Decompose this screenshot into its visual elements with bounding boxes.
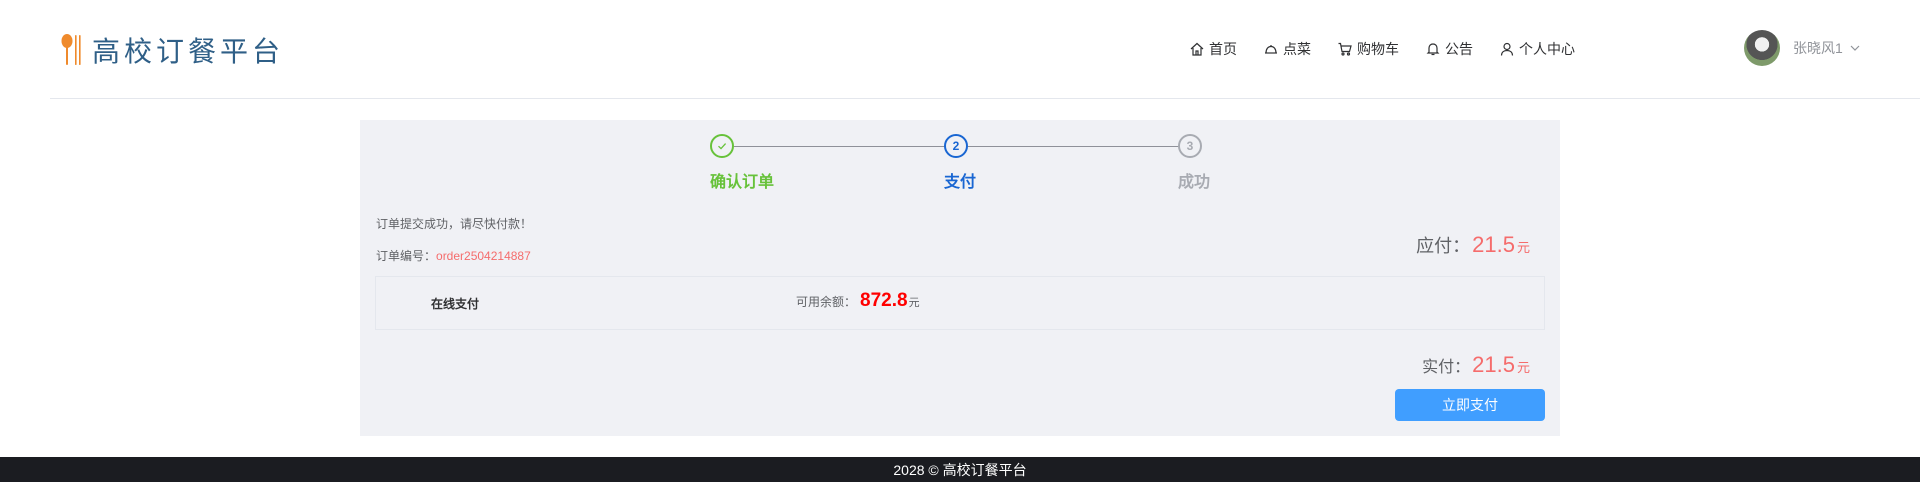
payment-method-box: 在线支付 可用余额： 872.8 元 bbox=[375, 276, 1545, 330]
step-connector bbox=[734, 146, 956, 147]
step-pay-circle: 2 bbox=[944, 134, 968, 158]
step-success-label: 成功 bbox=[1178, 174, 1211, 191]
nav-item-notice[interactable]: 公告 bbox=[1425, 39, 1473, 59]
cart-icon bbox=[1338, 42, 1352, 56]
nav-item-label: 首页 bbox=[1209, 41, 1237, 57]
nav-item-label: 购物车 bbox=[1357, 41, 1399, 57]
logo[interactable]: 高校订餐平台 bbox=[60, 30, 284, 70]
check-icon bbox=[718, 143, 727, 150]
home-icon bbox=[1190, 42, 1204, 56]
balance-unit: 元 bbox=[908, 297, 920, 309]
nav-item-profile[interactable]: 个人中心 bbox=[1499, 39, 1575, 59]
pay-now-button[interactable]: 立即支付 bbox=[1395, 389, 1545, 421]
payable-amount-row: 应付： 21.5 元 bbox=[1416, 232, 1530, 258]
nav-item-label: 公告 bbox=[1445, 41, 1473, 57]
payable-amount: 21.5 bbox=[1472, 232, 1515, 257]
nav-item-label: 个人中心 bbox=[1519, 41, 1575, 57]
user-name[interactable]: 张晓风1 bbox=[1793, 38, 1843, 58]
user-icon bbox=[1500, 42, 1514, 56]
bell-icon bbox=[1426, 43, 1440, 56]
balance-row: 可用余额： 872.8 元 bbox=[796, 290, 920, 312]
step-success-circle: 3 bbox=[1178, 134, 1202, 158]
step-pay-label: 支付 bbox=[944, 174, 977, 191]
nav-item-order-food[interactable]: 点菜 bbox=[1263, 39, 1311, 59]
order-number-row: 订单编号：order2504214887 bbox=[376, 247, 531, 264]
chevron-down-icon[interactable] bbox=[1849, 42, 1861, 54]
nav-item-cart[interactable]: 购物车 bbox=[1337, 39, 1399, 59]
actual-amount: 21.5 bbox=[1472, 352, 1515, 377]
order-number: order2504214887 bbox=[436, 249, 531, 263]
spoon-fork-icon bbox=[61, 34, 81, 65]
payable-label: 应付： bbox=[1416, 236, 1471, 256]
actual-unit: 元 bbox=[1516, 360, 1530, 375]
payable-unit: 元 bbox=[1516, 240, 1530, 255]
payment-panel: 确认订单 2 支付 3 成功 订单提交成功，请尽快付款！ 订单编号：order2… bbox=[360, 120, 1560, 436]
order-number-label: 订单编号： bbox=[376, 249, 437, 263]
order-success-message: 订单提交成功，请尽快付款！ bbox=[376, 217, 533, 231]
actual-label: 实付： bbox=[1422, 359, 1471, 376]
order-steps: 确认订单 2 支付 3 成功 bbox=[360, 120, 1560, 191]
main-nav: 首页 点菜 购物车 公告 个人中心 bbox=[1189, 39, 1601, 59]
footer: 2028 © 高校订餐平台 bbox=[0, 457, 1920, 482]
nav-item-home[interactable]: 首页 bbox=[1189, 39, 1237, 59]
step-confirm-circle bbox=[710, 134, 734, 158]
nav-item-label: 点菜 bbox=[1283, 41, 1311, 57]
dish-cover-icon bbox=[1265, 45, 1277, 54]
header: 高校订餐平台 首页 点菜 购物车 公告 个人中心 张晓风1 bbox=[50, 0, 1920, 99]
avatar[interactable] bbox=[1744, 30, 1780, 66]
app-title: 高校订餐平台 bbox=[92, 36, 285, 67]
step-connector bbox=[968, 146, 1190, 147]
step-confirm-label: 确认订单 bbox=[710, 174, 775, 191]
balance-amount: 872.8 bbox=[860, 290, 908, 311]
balance-label: 可用余额： bbox=[796, 295, 857, 309]
user-menu[interactable]: 张晓风1 bbox=[1744, 30, 1861, 66]
payment-method-online[interactable]: 在线支付 bbox=[431, 295, 479, 312]
actual-amount-row: 实付： 21.5 元 bbox=[1422, 352, 1530, 378]
